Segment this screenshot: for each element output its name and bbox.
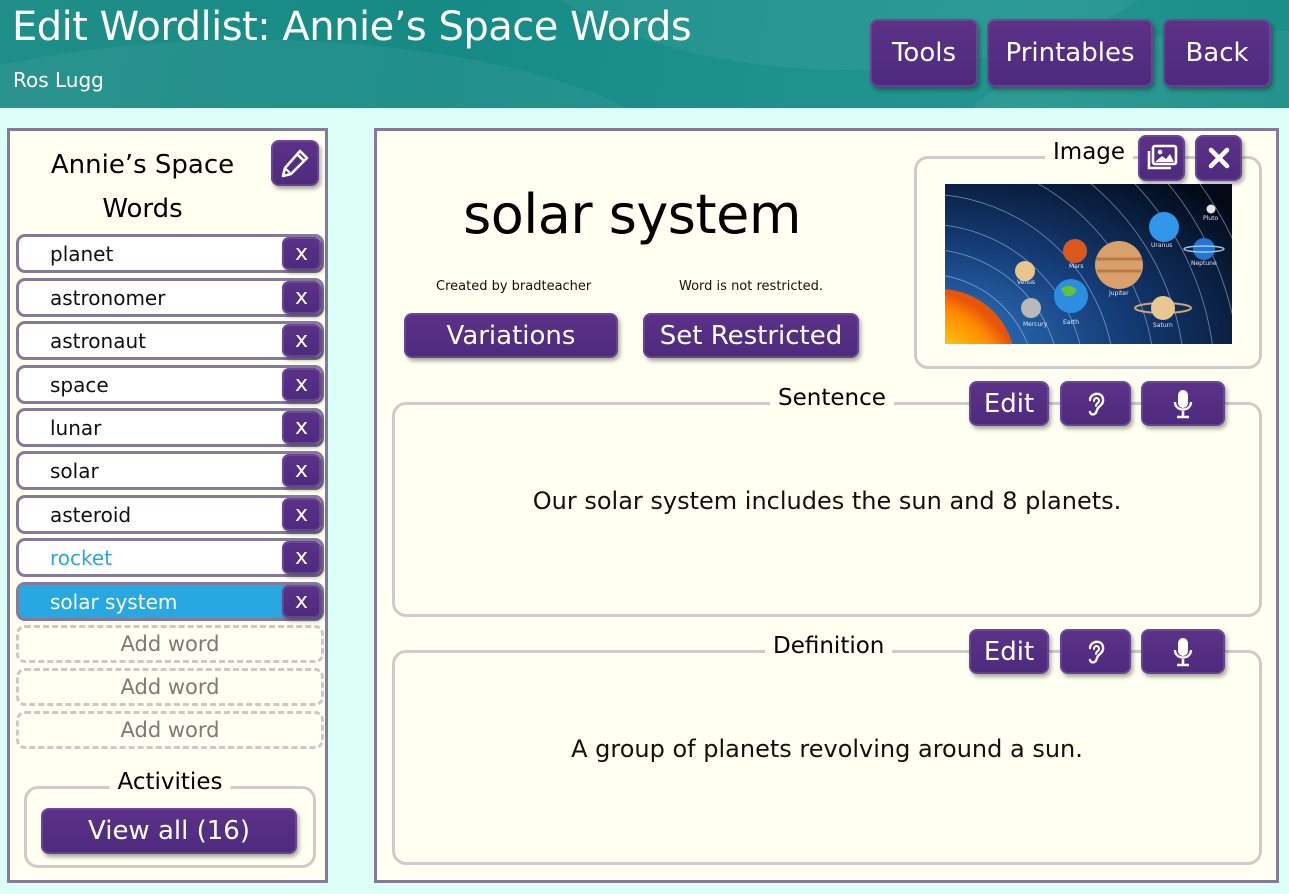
remove-image-button[interactable] <box>1195 135 1242 181</box>
edit-sentence-button[interactable]: Edit <box>969 381 1049 426</box>
word-label: lunar <box>50 415 102 440</box>
planet-label: Jupiter <box>1108 290 1129 297</box>
planet-label: Mercury <box>1023 321 1048 328</box>
created-by-text: Created by bradteacher <box>436 279 592 294</box>
image-box: Image Mercury Venus Earth Mars Jupiter S… <box>914 135 1262 369</box>
add-word-slot[interactable]: Add word <box>16 625 324 663</box>
ear-icon <box>1088 392 1104 416</box>
planet-label: Neptune <box>1191 260 1217 267</box>
word-label: rocket <box>50 545 113 570</box>
set-restricted-button[interactable]: Set Restricted <box>643 313 859 358</box>
listen-definition-button[interactable] <box>1060 629 1131 674</box>
word-label: astronaut <box>50 328 146 353</box>
image-gallery-icon <box>1147 144 1177 170</box>
word-label: asteroid <box>50 502 132 527</box>
delete-word-button[interactable]: x <box>282 411 321 444</box>
sentence-text: Our solar system includes the sun and 8 … <box>532 487 1122 515</box>
wordlist-title: Annie’s Space Words <box>30 143 255 231</box>
word-image-solar-system: Mercury Venus Earth Mars Jupiter Saturn … <box>945 184 1232 344</box>
image-label: Image <box>1045 139 1134 165</box>
solar-system-illustration: Mercury Venus Earth Mars Jupiter Saturn … <box>945 184 1232 344</box>
header-decoration <box>0 40 700 108</box>
delete-word-button[interactable]: x <box>282 237 321 270</box>
planet-label: Venus <box>1017 279 1035 286</box>
word-list-item[interactable]: lunar x <box>16 408 324 447</box>
tools-button[interactable]: Tools <box>870 19 978 87</box>
back-button[interactable]: Back <box>1163 19 1271 87</box>
page-header: Edit Wordlist: Annie’s Space Words Ros L… <box>0 0 1289 108</box>
wordlist-title-line2: Words <box>102 194 183 224</box>
variations-button[interactable]: Variations <box>404 313 618 358</box>
view-all-activities-button[interactable]: View all (16) <box>41 808 297 854</box>
delete-word-button[interactable]: x <box>282 585 321 618</box>
restriction-status-text: Word is not restricted. <box>679 279 823 294</box>
definition-label: Definition <box>765 633 893 659</box>
pencil-icon <box>281 149 309 178</box>
word-label: solar system <box>50 589 178 614</box>
delete-word-button[interactable]: x <box>282 368 321 401</box>
author-name: Ros Lugg <box>13 68 104 92</box>
ear-icon <box>1088 640 1104 664</box>
delete-word-button[interactable]: x <box>282 541 321 574</box>
microphone-icon <box>1173 389 1193 418</box>
definition-text: A group of planets revolving around a su… <box>571 735 1083 763</box>
word-list-item[interactable]: space x <box>16 365 324 404</box>
planet-label: Earth <box>1063 319 1079 326</box>
microphone-icon <box>1173 637 1193 666</box>
word-list-item[interactable]: astronaut x <box>16 321 324 360</box>
word-title: solar system <box>463 183 801 246</box>
listen-sentence-button[interactable] <box>1060 381 1131 426</box>
sentence-label: Sentence <box>770 385 894 411</box>
activities-box: Activities View all (16) <box>24 769 316 868</box>
wordlist-title-line1: Annie’s Space <box>50 150 235 180</box>
record-definition-button[interactable] <box>1141 629 1225 674</box>
word-list-item[interactable]: planet x <box>16 234 324 273</box>
delete-word-button[interactable]: x <box>282 498 321 531</box>
planet-label: Pluto <box>1203 215 1218 222</box>
page-title: Edit Wordlist: Annie’s Space Words <box>12 4 692 50</box>
word-label: solar <box>50 458 99 483</box>
delete-word-button[interactable]: x <box>282 454 321 487</box>
word-list-item[interactable]: rocket x <box>16 538 324 577</box>
choose-image-button[interactable] <box>1138 135 1185 181</box>
planet-label: Uranus <box>1151 242 1172 249</box>
planet-label: Saturn <box>1153 322 1173 329</box>
wordlist-sidebar: Annie’s Space Words planet x astronomer … <box>7 128 328 883</box>
word-list-item[interactable]: astronomer x <box>16 278 324 317</box>
definition-box: Definition Edit A group of planets revol… <box>392 629 1262 865</box>
word-list-item[interactable]: asteroid x <box>16 495 324 534</box>
record-sentence-button[interactable] <box>1141 381 1225 426</box>
edit-list-name-button[interactable] <box>271 140 319 186</box>
word-detail-panel: solar system Created by bradteacher Word… <box>374 128 1279 883</box>
add-word-slot[interactable]: Add word <box>16 711 324 749</box>
delete-word-button[interactable]: x <box>282 281 321 314</box>
planet-label: Mars <box>1069 263 1083 270</box>
delete-word-button[interactable]: x <box>282 324 321 357</box>
printables-button[interactable]: Printables <box>987 19 1153 87</box>
close-icon <box>1208 147 1229 169</box>
word-label: planet <box>50 241 114 266</box>
add-word-slot[interactable]: Add word <box>16 668 324 706</box>
word-list-item-selected[interactable]: solar system x <box>16 582 324 621</box>
word-label: astronomer <box>50 285 166 310</box>
activities-label: Activities <box>109 769 231 795</box>
sentence-box: Sentence Edit Our solar system includes … <box>392 381 1262 617</box>
word-label: space <box>50 372 109 397</box>
edit-definition-button[interactable]: Edit <box>969 629 1049 674</box>
word-list-item[interactable]: solar x <box>16 451 324 490</box>
